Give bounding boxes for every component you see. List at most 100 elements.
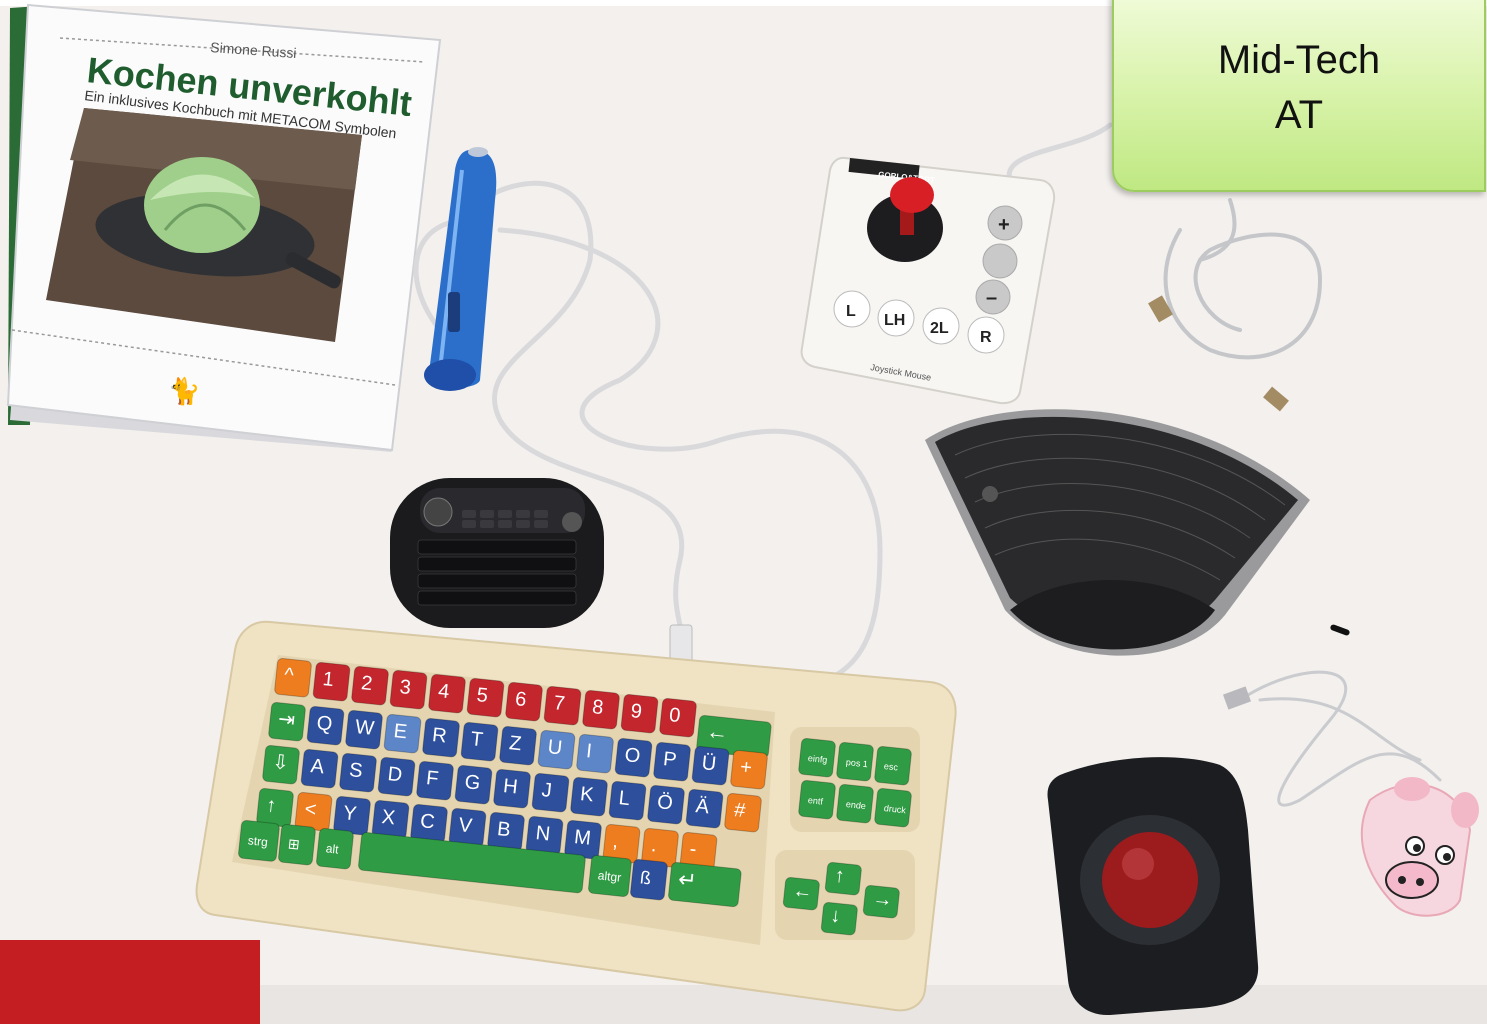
key-row2-10[interactable]: P [653,741,691,782]
key-row1-8[interactable]: 8 [582,689,620,730]
table-edge [0,940,260,1024]
key-altgr[interactable]: altgr [588,854,632,897]
key-row3-9[interactable]: L [608,780,647,821]
key-nav-1[interactable]: pos 1 [836,741,874,782]
key-row3-0[interactable]: ⇩ [262,744,300,785]
key-arrow-down[interactable]: ↓ [820,901,858,936]
key-row4-7-label: N [535,822,552,845]
key-row2-8[interactable]: I [576,733,614,774]
key-row3-6-label: H [502,775,519,798]
key-nav-3[interactable]: entf [798,779,836,820]
key-enter-label: ↵ [677,866,698,893]
mini-wireless-keyboard [390,478,604,628]
svg-text:R: R [980,329,992,346]
key-row3-0-label: ⇩ [271,751,290,775]
key-row1-7[interactable]: 7 [543,685,582,726]
key-nav-0-label: einfg [807,753,827,765]
key-row1-6[interactable]: 6 [505,681,543,722]
key-row2-2[interactable]: W [345,709,383,750]
key-row4-0[interactable]: ↑ [256,787,294,828]
key-row1-9-label: 9 [630,700,643,723]
key-row2-11-label: Ü [701,752,718,775]
key-row4-2-label: Y [342,802,358,825]
key-strg[interactable]: strg [238,819,280,862]
key-row3-9-label: L [618,787,631,810]
key-nav-2-label: esc [883,761,898,772]
key-row3-6[interactable]: H [493,768,531,809]
key-row2-3[interactable]: E [383,713,422,754]
key-row3-10[interactable]: Ö [647,784,685,825]
key-eszett[interactable]: ß [630,858,668,901]
key-row2-9-label: O [624,744,642,768]
key-row2-6[interactable]: Z [499,725,537,766]
key-row1-1-label: 1 [322,668,335,691]
key-row1-3[interactable]: 3 [389,669,428,710]
svg-text:+: + [998,214,1010,236]
key-row2-4-label: R [431,724,448,747]
key-arrow-right-label: → [871,887,893,911]
category-label-line1: Mid-Tech [1217,38,1381,82]
key-row1-8-label: 8 [591,696,604,719]
key-row1-10-label: 0 [668,704,681,727]
key-nav-4[interactable]: ende [836,783,874,824]
key-win-label: ⊞ [287,835,300,852]
svg-text:L: L [846,303,856,320]
key-row1-10[interactable]: 0 [659,697,697,738]
key-row1-5[interactable]: 5 [466,677,505,718]
key-alt[interactable]: alt [316,827,354,870]
key-row1-4[interactable]: 4 [428,673,466,714]
key-row3-5-label: G [464,771,482,795]
key-row2-10-label: P [662,748,678,771]
trackball-ball[interactable] [1102,832,1198,928]
key-row3-8[interactable]: K [570,776,608,817]
key-row3-5[interactable]: G [454,764,493,805]
key-row2-9[interactable]: O [614,737,653,778]
category-label-line2: AT [1274,93,1324,137]
joystick-handle[interactable] [890,177,934,213]
key-nav-2[interactable]: esc [874,745,912,786]
key-row3-7[interactable]: J [531,772,570,813]
key-row2-11[interactable]: Ü [691,745,730,786]
key-row2-0[interactable]: ⇥ [268,701,306,742]
key-row2-4[interactable]: R [422,717,460,758]
key-row4-2[interactable]: Y [333,795,371,836]
key-row1-9[interactable]: 9 [620,693,659,734]
key-row2-1-label: Q [316,712,334,736]
middle-button[interactable] [982,243,1018,279]
svg-text:2L: 2L [930,320,949,337]
key-row2-7-label: U [547,736,564,759]
key-arrow-left[interactable]: ← [782,876,820,911]
key-row1-0[interactable]: ^ [274,657,312,698]
key-row3-4-label: F [425,767,439,790]
key-row3-3[interactable]: D [377,756,416,797]
cat-logo-icon: 🐈 [168,376,200,406]
key-arrow-right[interactable]: → [862,884,900,919]
key-row2-12[interactable]: + [730,749,768,790]
key-arrow-up[interactable]: ↑ [824,861,862,896]
key-row2-2-label: W [354,716,375,740]
key-row3-1[interactable]: A [300,748,339,789]
key-strg-label: strg [247,833,268,849]
key-row2-1[interactable]: Q [306,705,345,746]
key-row2-3-label: E [393,720,409,743]
key-row3-11[interactable]: Ä [685,788,724,829]
cookbook: Simone Russi Kochen unverkohlt Ein inklu… [6,3,442,452]
key-row3-12[interactable]: # [724,792,762,833]
key-row2-5[interactable]: T [460,721,499,762]
key-row1-2-label: 2 [360,672,373,695]
key-enter[interactable]: ↵ [668,861,742,908]
key-eszett-label: ß [639,867,652,888]
key-nav-5[interactable]: druck [874,787,912,828]
key-row2-7[interactable]: U [537,729,576,770]
key-row2-12-label: + [739,756,753,779]
key-row4-3-label: X [381,806,397,829]
key-alt-label: alt [325,841,340,856]
key-win[interactable]: ⊞ [278,823,316,866]
key-row3-4[interactable]: F [416,760,454,801]
key-row3-2[interactable]: S [339,752,377,793]
key-nav-0[interactable]: einfg [798,737,836,778]
key-row1-1[interactable]: 1 [312,661,351,702]
joystick-mouse: GORLO&TODT + – L LH 2L R Joystick Mouse [800,156,1056,405]
key-row2-0-label: ⇥ [277,708,296,732]
key-row1-2[interactable]: 2 [351,665,389,706]
